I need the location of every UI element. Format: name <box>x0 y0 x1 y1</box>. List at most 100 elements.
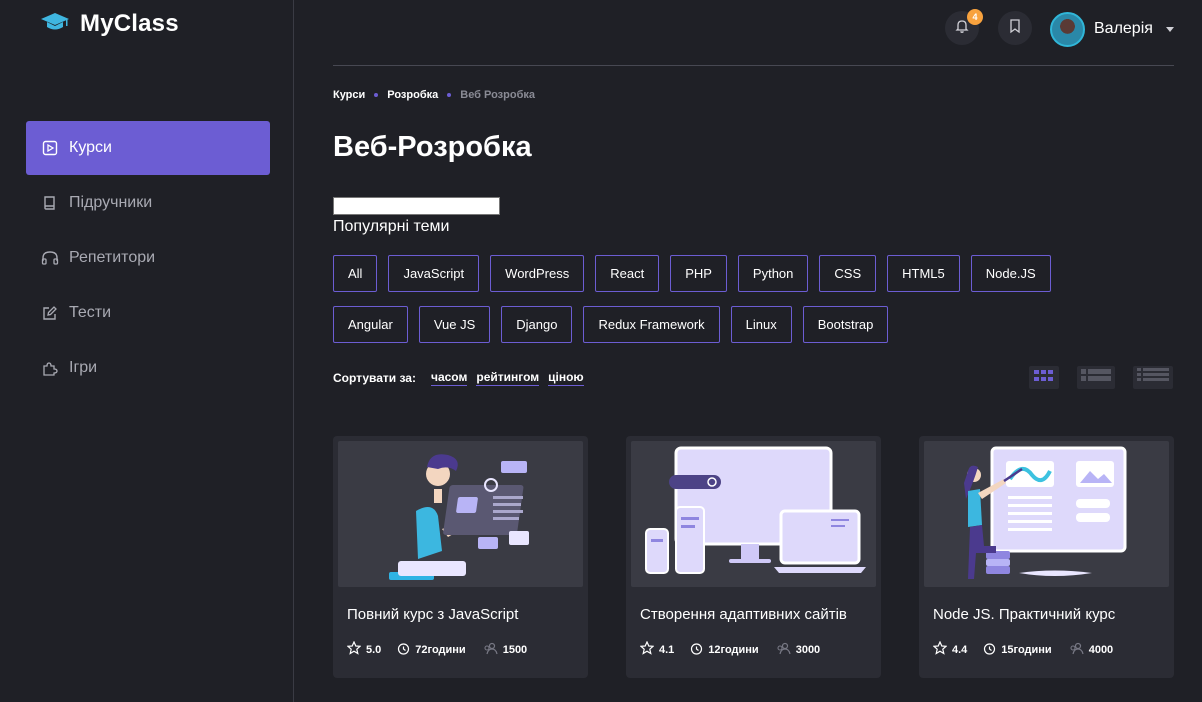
topic-tag[interactable]: HTML5 <box>887 255 960 292</box>
sidebar-item-games[interactable]: Ігри <box>26 340 270 395</box>
sort-by-price[interactable]: ціною <box>548 370 584 386</box>
star-icon <box>346 640 362 658</box>
rating-value: 5.0 <box>366 643 382 656</box>
breadcrumb-separator <box>447 93 452 97</box>
page-title: Веб-Розробка <box>333 131 532 163</box>
app-title: MyClass <box>80 10 179 37</box>
clock-icon <box>690 642 703 658</box>
topic-tag[interactable]: Redux Framework <box>583 306 720 343</box>
course-card[interactable]: Створення адаптивних сайтів 4.1 12години… <box>626 436 881 678</box>
topics-search-input[interactable] <box>333 197 500 215</box>
compact-list-view-button[interactable] <box>1133 366 1173 389</box>
logo[interactable]: MyClass <box>40 10 179 38</box>
header-divider <box>333 65 1174 66</box>
course-card[interactable]: Повний курс з JavaScript 5.0 72години 15… <box>333 436 588 678</box>
breadcrumb-item[interactable]: Розробка <box>387 89 438 101</box>
star-icon <box>932 640 948 658</box>
topic-tag[interactable]: PHP <box>670 255 727 292</box>
rating: 4.1 <box>639 640 675 658</box>
compact-list-icon <box>1137 368 1169 387</box>
course-meta: 5.0 72години 1500 <box>346 640 527 658</box>
list-icon <box>1081 368 1111 387</box>
sort-by-time[interactable]: часом <box>430 370 468 386</box>
students: 3000 <box>775 642 820 658</box>
sidebar: MyClass Курси Підручники Репетитори Тест… <box>0 0 294 702</box>
rating-value: 4.4 <box>952 643 968 656</box>
course-title[interactable]: Node JS. Практичний курс <box>933 606 1115 623</box>
chevron-down-icon <box>1165 26 1174 32</box>
headphones-icon <box>41 249 59 267</box>
clock-icon <box>397 642 410 658</box>
course-meta: 4.1 12години 3000 <box>639 640 820 658</box>
course-title[interactable]: Повний курс з JavaScript <box>347 606 518 623</box>
sidebar-item-label: Ігри <box>69 358 98 376</box>
sidebar-nav: Курси Підручники Репетитори Тести Ігри <box>26 121 270 395</box>
grid-icon <box>1034 369 1054 387</box>
topic-tag[interactable]: Vue JS <box>418 306 491 343</box>
sidebar-item-label: Курси <box>69 139 112 156</box>
sidebar-item-tutors[interactable]: Репетитори <box>26 230 270 285</box>
user-name: Валерія <box>1094 20 1153 37</box>
topic-tag[interactable]: Angular <box>333 306 408 343</box>
sidebar-item-label: Репетитори <box>69 248 156 266</box>
topic-tags-row: Angular Vue JS Django Redux Framework Li… <box>333 306 889 343</box>
topic-tag[interactable]: Django <box>501 306 573 343</box>
duration-value: 72години <box>415 643 466 656</box>
rating: 5.0 <box>346 640 382 658</box>
students-value: 4000 <box>1088 643 1114 656</box>
duration: 15години <box>983 642 1052 658</box>
clock-icon <box>983 642 996 658</box>
graduation-cap-icon <box>40 12 70 37</box>
users-icon <box>1068 642 1084 658</box>
sort-bar: Сортувати за: часом рейтингом ціною <box>333 370 584 386</box>
breadcrumb-current: Веб Розробка <box>460 89 535 101</box>
topic-tag[interactable]: All <box>333 255 378 292</box>
grid-view-button[interactable] <box>1029 366 1059 389</box>
users-icon <box>775 642 791 658</box>
course-title[interactable]: Створення адаптивних сайтів <box>640 606 847 623</box>
sidebar-item-tests[interactable]: Тести <box>26 285 270 340</box>
rating: 4.4 <box>932 640 968 658</box>
list-view-button[interactable] <box>1077 366 1115 389</box>
sort-by-rating[interactable]: рейтингом <box>476 370 540 386</box>
play-square-icon <box>41 139 59 157</box>
course-illustration <box>631 441 876 587</box>
topic-tag[interactable]: WordPress <box>490 255 585 292</box>
topic-tag[interactable]: Linux <box>730 306 792 343</box>
bookmark-icon <box>1008 18 1022 39</box>
topic-tag[interactable]: React <box>595 255 660 292</box>
sidebar-item-textbooks[interactable]: Підручники <box>26 175 270 230</box>
breadcrumb-item[interactable]: Курси <box>333 89 365 101</box>
users-icon <box>482 642 498 658</box>
duration: 72години <box>397 642 466 658</box>
breadcrumb: Курси Розробка Веб Розробка <box>333 89 535 101</box>
course-illustration <box>924 441 1169 587</box>
sort-label: Сортувати за: <box>333 371 416 385</box>
duration: 12години <box>690 642 759 658</box>
notifications-badge: 4 <box>967 9 983 25</box>
popular-topics-label: Популярні теми <box>333 218 450 235</box>
notifications-button[interactable]: 4 <box>945 9 983 45</box>
sidebar-item-label: Тести <box>69 303 112 321</box>
students-value: 3000 <box>795 643 821 656</box>
avatar <box>1050 11 1085 47</box>
topic-tags-row: All JavaScript WordPress React PHP Pytho… <box>333 255 1051 292</box>
topic-tag[interactable]: Python <box>737 255 809 292</box>
students: 1500 <box>482 642 527 658</box>
topic-tag[interactable]: Node.JS <box>970 255 1051 292</box>
view-switcher <box>1029 366 1173 389</box>
puzzle-icon <box>41 359 59 377</box>
breadcrumb-separator <box>374 93 379 97</box>
topic-tag[interactable]: CSS <box>819 255 877 292</box>
course-illustration <box>338 441 583 587</box>
bookmarks-button[interactable] <box>998 11 1032 45</box>
duration-value: 15години <box>1001 643 1052 656</box>
topic-tag[interactable]: Bootstrap <box>802 306 889 343</box>
star-icon <box>639 640 655 658</box>
rating-value: 4.1 <box>659 643 675 656</box>
user-menu[interactable]: Валерія <box>1050 11 1174 47</box>
students-value: 1500 <box>502 643 528 656</box>
course-card[interactable]: Node JS. Практичний курс 4.4 15години 40… <box>919 436 1174 678</box>
sidebar-item-courses[interactable]: Курси <box>26 121 270 175</box>
topic-tag[interactable]: JavaScript <box>388 255 480 292</box>
